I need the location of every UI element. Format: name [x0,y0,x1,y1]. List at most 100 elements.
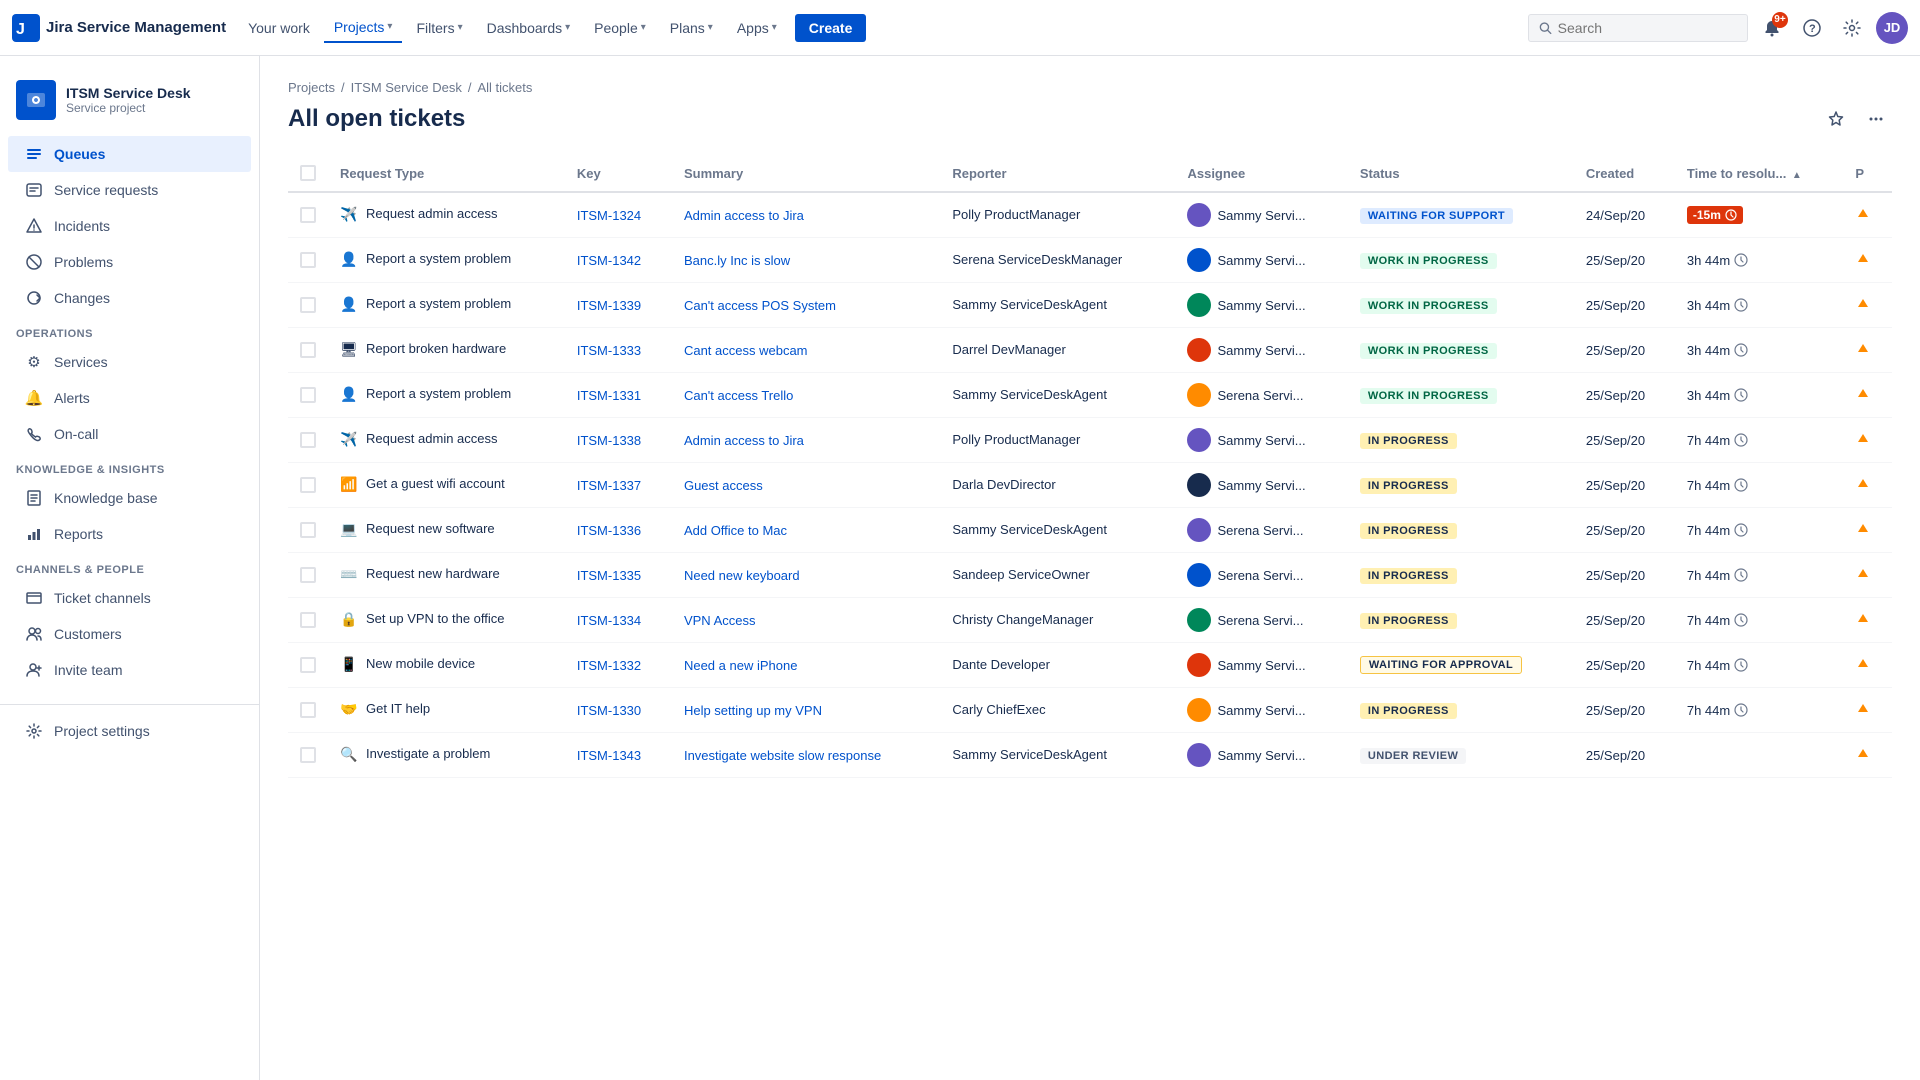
row-checkbox[interactable] [300,612,316,628]
breadcrumb-itsm[interactable]: ITSM Service Desk [351,80,462,95]
summary-link[interactable]: Need new keyboard [684,568,800,583]
time-value: 3h 44m [1687,388,1748,403]
row-checkbox[interactable] [300,567,316,583]
summary-link[interactable]: Need a new iPhone [684,658,797,673]
row-checkbox[interactable] [300,387,316,403]
ticket-key-link[interactable]: ITSM-1333 [577,343,641,358]
row-checkbox[interactable] [300,432,316,448]
sidebar-item-incidents[interactable]: Incidents [8,208,251,244]
row-checkbox[interactable] [300,477,316,493]
request-type-icon: ✈️ [340,431,360,451]
sidebar-item-invite-team[interactable]: Invite team [8,652,251,688]
summary-link[interactable]: Guest access [684,478,763,493]
nav-people[interactable]: People ▾ [584,14,656,42]
summary-cell: Need a new iPhone [672,643,940,688]
select-all-checkbox[interactable] [300,165,316,181]
ticket-key-link[interactable]: ITSM-1331 [577,388,641,403]
summary-link[interactable]: Add Office to Mac [684,523,787,538]
search-input[interactable] [1558,20,1737,36]
assignee-cell: Sammy Servi... [1175,643,1347,688]
row-checkbox[interactable] [300,522,316,538]
nav-projects[interactable]: Projects ▾ [324,13,403,43]
summary-cell: Help setting up my VPN [672,688,940,733]
ticket-key-link[interactable]: ITSM-1334 [577,613,641,628]
ticket-key-link[interactable]: ITSM-1336 [577,523,641,538]
col-assignee[interactable]: Assignee [1175,155,1347,192]
col-status[interactable]: Status [1348,155,1574,192]
ticket-key-link[interactable]: ITSM-1339 [577,298,641,313]
help-button[interactable]: ? [1796,12,1828,44]
sidebar-item-problems[interactable]: Problems [8,244,251,280]
col-created[interactable]: Created [1574,155,1675,192]
summary-link[interactable]: Cant access webcam [684,343,808,358]
summary-link[interactable]: VPN Access [684,613,756,628]
summary-link[interactable]: Admin access to Jira [684,433,804,448]
queues-icon [24,144,44,164]
row-checkbox[interactable] [300,342,316,358]
row-checkbox[interactable] [300,702,316,718]
sidebar-item-queues[interactable]: Queues [8,136,251,172]
sidebar-item-changes[interactable]: Changes [8,280,251,316]
user-avatar[interactable]: JD [1876,12,1908,44]
sidebar-item-reports[interactable]: Reports [8,516,251,552]
priority-cell [1843,508,1892,553]
col-time-to-resolution[interactable]: Time to resolu... ▲ [1675,155,1844,192]
row-checkbox[interactable] [300,297,316,313]
ticket-key-link[interactable]: ITSM-1338 [577,433,641,448]
more-options-icon [1867,110,1885,128]
row-checkbox[interactable] [300,252,316,268]
nav-plans[interactable]: Plans ▾ [660,14,723,42]
col-priority[interactable]: P [1843,155,1892,192]
col-summary[interactable]: Summary [672,155,940,192]
star-button[interactable] [1820,103,1852,135]
col-key[interactable]: Key [565,155,672,192]
create-button[interactable]: Create [795,14,867,42]
sidebar-item-ticket-channels[interactable]: Ticket channels [8,580,251,616]
col-request-type[interactable]: Request Type [328,155,565,192]
sidebar-item-knowledge-base[interactable]: Knowledge base [8,480,251,516]
col-reporter[interactable]: Reporter [940,155,1175,192]
ticket-key-link[interactable]: ITSM-1332 [577,658,641,673]
ticket-key-link[interactable]: ITSM-1337 [577,478,641,493]
key-cell: ITSM-1333 [565,328,672,373]
ticket-key-link[interactable]: ITSM-1335 [577,568,641,583]
summary-link[interactable]: Admin access to Jira [684,208,804,223]
request-type-label: Get IT help [366,700,430,718]
ticket-key-link[interactable]: ITSM-1343 [577,748,641,763]
summary-link[interactable]: Can't access Trello [684,388,793,403]
sidebar-item-on-call[interactable]: On-call [8,416,251,452]
app-logo[interactable]: J Jira Service Management [12,14,226,42]
assignee-avatar [1187,293,1211,317]
breadcrumb-projects[interactable]: Projects [288,80,335,95]
select-all-header[interactable] [288,155,328,192]
ticket-key-link[interactable]: ITSM-1324 [577,208,641,223]
sidebar-item-alerts[interactable]: 🔔 Alerts [8,380,251,416]
search-box[interactable] [1528,14,1748,42]
row-checkbox[interactable] [300,657,316,673]
row-checkbox[interactable] [300,747,316,763]
settings-button[interactable] [1836,12,1868,44]
assignee-avatar [1187,698,1211,722]
sidebar-item-services[interactable]: ⚙ Services [8,344,251,380]
summary-link[interactable]: Can't access POS System [684,298,836,313]
assignee-cell: Sammy Servi... [1175,192,1347,238]
summary-link[interactable]: Help setting up my VPN [684,703,822,718]
summary-link[interactable]: Banc.ly Inc is slow [684,253,790,268]
sidebar-item-project-settings[interactable]: Project settings [8,713,251,749]
sidebar-item-customers[interactable]: Customers [8,616,251,652]
request-type-cell: ⌨️ Request new hardware [328,553,565,598]
notifications-button[interactable]: 9+ [1756,12,1788,44]
ticket-key-link[interactable]: ITSM-1330 [577,703,641,718]
nav-filters[interactable]: Filters ▾ [406,14,472,42]
sidebar-item-service-requests[interactable]: Service requests [8,172,251,208]
nav-apps[interactable]: Apps ▾ [727,14,787,42]
more-options-button[interactable] [1860,103,1892,135]
nav-dashboards[interactable]: Dashboards ▾ [477,14,581,42]
row-checkbox[interactable] [300,207,316,223]
summary-link[interactable]: Investigate website slow response [684,748,881,763]
status-badge: WAITING FOR APPROVAL [1360,656,1522,674]
reporter-name: Sammy ServiceDeskAgent [952,522,1107,537]
nav-your-work[interactable]: Your work [238,14,320,42]
ticket-key-link[interactable]: ITSM-1342 [577,253,641,268]
time-cell: 7h 44m [1675,598,1844,643]
